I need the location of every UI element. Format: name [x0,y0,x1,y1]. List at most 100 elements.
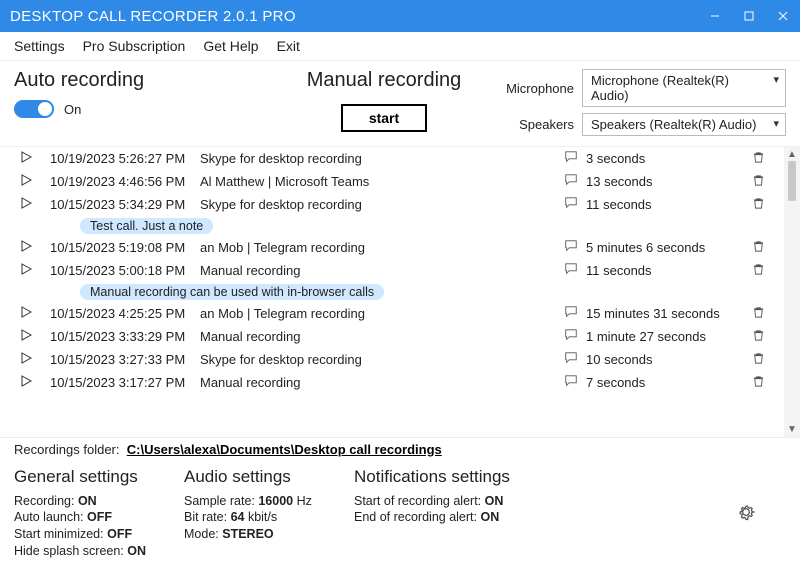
maximize-button[interactable] [742,9,756,23]
delete-icon[interactable] [752,152,765,167]
note-icon[interactable] [564,307,578,322]
delete-icon[interactable] [752,330,765,345]
auto-recording-toggle[interactable] [14,100,54,118]
autolaunch-value: OFF [87,510,112,524]
menu-exit[interactable]: Exit [277,38,300,54]
recording-duration: 11 seconds [586,197,746,212]
play-icon[interactable] [20,306,32,321]
play-icon[interactable] [20,352,32,367]
play-icon[interactable] [20,151,32,166]
delete-icon[interactable] [752,241,765,256]
recording-row[interactable]: 10/19/2023 4:46:56 PMAl Matthew | Micros… [0,170,784,193]
scroll-down-icon[interactable]: ▼ [787,422,797,437]
delete-icon[interactable] [752,353,765,368]
delete-icon[interactable] [752,198,765,213]
note-icon[interactable] [564,264,578,279]
note-icon[interactable] [564,376,578,391]
recording-duration: 1 minute 27 seconds [586,329,746,344]
note-icon[interactable] [564,175,578,190]
speakers-label: Speakers [494,117,574,132]
recordings-list-wrap: 10/19/2023 5:26:27 PMSkype for desktop r… [0,147,800,437]
recording-row[interactable]: 10/15/2023 3:27:33 PMSkype for desktop r… [0,348,784,371]
note-icon[interactable] [564,152,578,167]
play-icon[interactable] [20,263,32,278]
play-icon[interactable] [20,329,32,344]
recording-row[interactable]: 10/15/2023 5:34:29 PMSkype for desktop r… [0,193,784,216]
microphone-value: Microphone (Realtek(R) Audio) [591,73,729,103]
recording-title: Skype for desktop recording [200,151,556,166]
settings-panel: General settings Recording: ON Auto laun… [0,461,800,570]
recording-time: 10/15/2023 3:33:29 PM [50,329,200,344]
recording-title: an Mob | Telegram recording [200,306,556,321]
menu-pro[interactable]: Pro Subscription [83,38,186,54]
sample-unit: Hz [297,494,312,508]
bitrate-label: Bit rate: [184,510,227,524]
recording-title: Al Matthew | Microsoft Teams [200,174,556,189]
note-icon[interactable] [564,353,578,368]
microphone-select[interactable]: Microphone (Realtek(R) Audio) [582,69,786,107]
play-icon[interactable] [20,375,32,390]
device-block: Microphone Microphone (Realtek(R) Audio)… [484,69,786,136]
startmin-value: OFF [107,527,132,541]
settings-gear[interactable] [736,502,786,525]
note-icon[interactable] [564,241,578,256]
recording-duration: 5 minutes 6 seconds [586,240,746,255]
recording-duration: 3 seconds [586,151,746,166]
menubar: Settings Pro Subscription Get Help Exit [0,32,800,61]
note-icon[interactable] [564,330,578,345]
delete-icon[interactable] [752,264,765,279]
titlebar: DESKTOP CALL RECORDER 2.0.1 PRO [0,0,800,32]
notifications-settings: Notifications settings Start of recordin… [354,467,574,527]
splash-label: Hide splash screen: [14,544,124,558]
recording-title: Skype for desktop recording [200,352,556,367]
menu-help[interactable]: Get Help [203,38,258,54]
recording-row[interactable]: 10/19/2023 5:26:27 PMSkype for desktop r… [0,147,784,170]
note-icon[interactable] [564,198,578,213]
play-icon[interactable] [20,240,32,255]
minimize-button[interactable] [708,9,722,23]
recording-duration: 15 minutes 31 seconds [586,306,746,321]
play-icon[interactable] [20,197,32,212]
start-alert-value: ON [485,494,504,508]
splash-value: ON [127,544,146,558]
recording-title: Manual recording [200,263,556,278]
audio-settings-header: Audio settings [184,467,344,487]
recording-row[interactable]: 10/15/2023 3:33:29 PMManual recording1 m… [0,325,784,348]
delete-icon[interactable] [752,307,765,322]
auto-recording-block: Auto recording On [14,69,284,118]
recording-row[interactable]: 10/15/2023 4:25:25 PMan Mob | Telegram r… [0,302,784,325]
general-settings: General settings Recording: ON Auto laun… [14,467,174,561]
recording-row[interactable]: 10/15/2023 5:00:18 PMManual recording11 … [0,259,784,282]
notifications-settings-header: Notifications settings [354,467,574,487]
menu-settings[interactable]: Settings [14,38,65,54]
recording-label: Recording: [14,494,74,508]
general-settings-header: General settings [14,467,174,487]
scroll-up-icon[interactable]: ▲ [787,147,797,162]
recording-value: ON [78,494,97,508]
start-button[interactable]: start [341,104,427,132]
auto-recording-state: On [64,102,81,117]
delete-icon[interactable] [752,175,765,190]
recording-duration: 11 seconds [586,263,746,278]
bitrate-value: 64 [231,510,245,524]
folder-label: Recordings folder: [14,442,120,457]
bitrate-unit: kbit/s [248,510,277,524]
delete-icon[interactable] [752,376,765,391]
recording-duration: 10 seconds [586,352,746,367]
recordings-list: 10/19/2023 5:26:27 PMSkype for desktop r… [0,147,784,437]
recording-time: 10/15/2023 3:17:27 PM [50,375,200,390]
start-alert-label: Start of recording alert: [354,494,481,508]
recording-row[interactable]: 10/15/2023 5:19:08 PMan Mob | Telegram r… [0,236,784,259]
scrollbar[interactable]: ▲ ▼ [784,147,800,437]
speakers-select[interactable]: Speakers (Realtek(R) Audio) [582,113,786,136]
scroll-thumb[interactable] [788,161,796,201]
recording-row[interactable]: 10/15/2023 3:17:27 PMManual recording7 s… [0,371,784,394]
autolaunch-label: Auto launch: [14,510,84,524]
recording-time: 10/15/2023 3:27:33 PM [50,352,200,367]
microphone-label: Microphone [494,81,574,96]
play-icon[interactable] [20,174,32,189]
close-button[interactable] [776,9,790,23]
folder-path-link[interactable]: C:\Users\alexa\Documents\Desktop call re… [127,442,442,457]
controls-panel: Auto recording On Manual recording start… [0,61,800,147]
recording-time: 10/15/2023 5:34:29 PM [50,197,200,212]
